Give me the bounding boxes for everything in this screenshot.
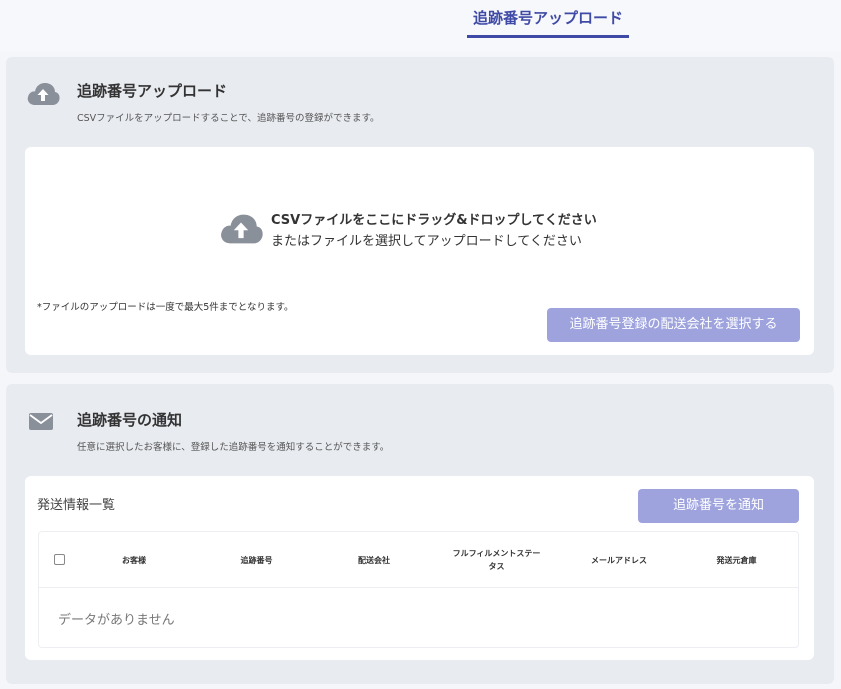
notify-section: 追跡番号の通知 任意に選択したお客様に、登録した追跡番号を通知することができます…	[6, 384, 834, 684]
notify-section-title: 追跡番号の通知	[77, 411, 183, 429]
upload-limit-note: *ファイルのアップロードは一度で最大5件までとなります。	[37, 302, 294, 313]
upload-section-description: CSVファイルをアップロードすることで、追跡番号の登録ができます。	[77, 113, 380, 124]
dropzone-instruction: CSVファイルをここにドラッグ&ドロップしてください	[271, 213, 597, 228]
dropzone-select-file-text[interactable]: またはファイルを選択してアップロードしてください	[271, 230, 582, 249]
notify-tracking-button[interactable]: 追跡番号を通知	[638, 489, 799, 523]
column-header-carrier[interactable]: 配送会社	[339, 532, 409, 588]
column-header-warehouse[interactable]: 発送元倉庫	[699, 532, 774, 588]
upload-section: 追跡番号アップロード CSVファイルをアップロードすることで、追跡番号の登録がで…	[6, 57, 834, 373]
shipment-table: お客様 追跡番号 配送会社 フルフィルメントステータス メールアドレス 発送元倉…	[38, 531, 799, 648]
cloud-upload-icon	[27, 83, 60, 105]
select-carrier-button[interactable]: 追跡番号登録の配送会社を選択する	[547, 308, 800, 342]
active-tab-indicator	[467, 35, 629, 38]
column-header-customer[interactable]: お客様	[99, 532, 169, 588]
column-header-tracking-number[interactable]: 追跡番号	[219, 532, 294, 588]
shipment-list-title: 発送情報一覧	[37, 498, 116, 513]
cloud-upload-icon	[221, 214, 263, 244]
notify-section-description: 任意に選択したお客様に、登録した追跡番号を通知することができます。	[77, 442, 390, 453]
upload-section-title: 追跡番号アップロード	[77, 82, 228, 100]
column-header-fulfillment-status[interactable]: フルフィルメントステータス	[449, 532, 544, 588]
mail-icon	[29, 413, 53, 430]
tab-bar: 追跡番号アップロード	[0, 0, 841, 52]
shipment-list-card: 発送情報一覧 追跡番号を通知 お客様 追跡番号 配送会社 フルフィルメントステー…	[25, 476, 814, 660]
select-all-checkbox[interactable]	[54, 554, 65, 565]
csv-dropzone[interactable]: CSVファイルをここにドラッグ&ドロップしてください またはファイルを選択してア…	[25, 147, 814, 355]
table-header: お客様 追跡番号 配送会社 フルフィルメントステータス メールアドレス 発送元倉…	[39, 532, 798, 588]
table-empty-message: データがありません	[58, 613, 175, 628]
column-header-email[interactable]: メールアドレス	[579, 532, 659, 588]
tab-tracking-upload[interactable]: 追跡番号アップロード	[467, 8, 629, 38]
